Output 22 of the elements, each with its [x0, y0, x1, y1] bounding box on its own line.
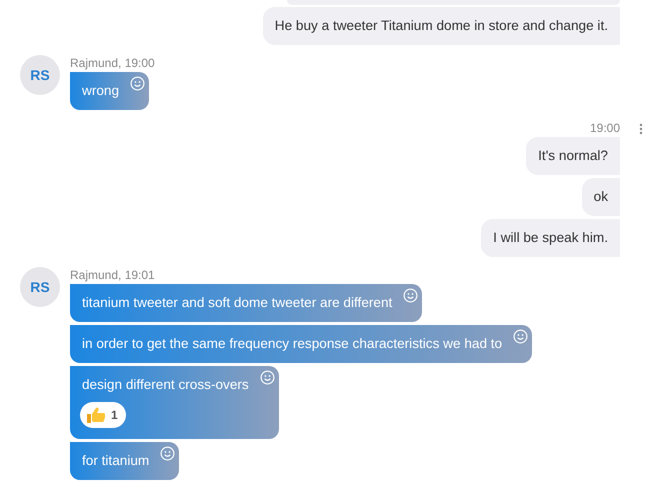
smiley-icon[interactable] — [160, 446, 176, 461]
smiley-icon[interactable] — [403, 288, 418, 303]
message-bubble: I will be speak him. — [481, 219, 620, 257]
smiley-icon[interactable] — [130, 76, 146, 91]
message-bubble: ok — [582, 178, 620, 216]
message-text: titanium tweeter and soft dome tweeter are different — [82, 295, 392, 310]
message-bubble: He buy a tweeter Titanium dome in store and change it. — [262, 7, 620, 45]
avatar: RS — [20, 267, 60, 307]
smiley-icon[interactable] — [513, 329, 528, 344]
reaction-chip[interactable]: 1 — [80, 402, 126, 428]
message-time: 19:00 — [590, 121, 620, 135]
more-options-icon[interactable] — [639, 123, 643, 135]
sender-name: Rajmund, 19:00 — [70, 57, 155, 69]
message-text: wrong — [82, 83, 120, 98]
message-bubble: It's normal? — [526, 137, 620, 175]
message-text: for titanium — [82, 453, 150, 468]
message-text: design different cross-overs — [82, 377, 249, 392]
smiley-icon[interactable] — [260, 370, 275, 385]
sender-name: Rajmund, 19:01 — [70, 269, 155, 281]
thumbs-up-icon — [86, 406, 106, 424]
avatar: RS — [20, 55, 60, 95]
message-text: in order to get the same frequency response characteristics we had to — [82, 336, 502, 351]
